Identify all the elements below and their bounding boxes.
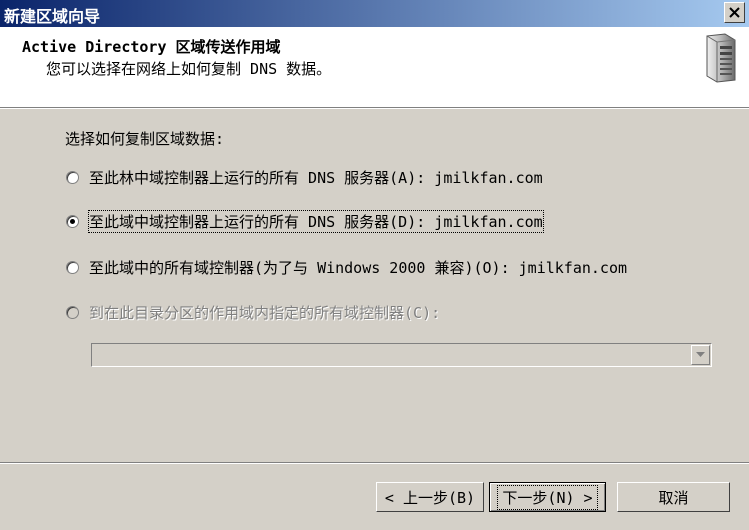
radio-all-domain-dns[interactable]: 至此域中域控制器上运行的所有 DNS 服务器(D): jmilkfan.com: [66, 209, 544, 233]
next-button[interactable]: 下一步(N) >: [489, 482, 606, 512]
server-icon: [706, 33, 736, 83]
radio-button[interactable]: [66, 214, 79, 228]
wizard-header: Active Directory 区域传送作用域 您可以选择在网络上如何复制 D…: [0, 27, 749, 107]
radio-directory-partition[interactable]: 到在此目录分区的作用域内指定的所有域控制器(C):: [66, 301, 440, 323]
back-button[interactable]: < 上一步(B): [376, 482, 484, 512]
chevron-down-icon: [696, 352, 705, 357]
radio-label: 至此域中域控制器上运行的所有 DNS 服务器(D): jmilkfan.com: [88, 209, 544, 233]
footer-divider: [0, 462, 749, 464]
window-title: 新建区域向导: [4, 7, 101, 26]
back-button-label: < 上一步(B): [384, 488, 476, 507]
close-icon: [729, 7, 740, 18]
radio-all-forest-dns[interactable]: 至此林中域控制器上运行的所有 DNS 服务器(A): jmilkfan.com: [66, 166, 543, 188]
cancel-button-label: 取消: [658, 488, 689, 507]
combo-dropdown-button[interactable]: [691, 345, 710, 365]
radio-button[interactable]: [66, 170, 79, 184]
header-subtitle: 您可以选择在网络上如何复制 DNS 数据。: [46, 60, 332, 78]
radio-button[interactable]: [66, 305, 79, 319]
radio-all-domain-controllers[interactable]: 至此域中的所有域控制器(为了与 Windows 2000 兼容)(O): jmi…: [66, 256, 627, 278]
title-bar[interactable]: 新建区域向导: [0, 0, 749, 27]
partition-combobox[interactable]: [91, 343, 712, 367]
replication-prompt: 选择如何复制区域数据:: [65, 130, 225, 148]
radio-label: 到在此目录分区的作用域内指定的所有域控制器(C):: [89, 303, 441, 322]
radio-label: 至此域中的所有域控制器(为了与 Windows 2000 兼容)(O): jmi…: [89, 258, 628, 277]
header-divider: [0, 107, 749, 109]
close-button[interactable]: [724, 2, 745, 23]
header-title: Active Directory 区域传送作用域: [22, 38, 281, 56]
next-button-label: 下一步(N) >: [497, 484, 598, 510]
cancel-button[interactable]: 取消: [617, 482, 730, 512]
radio-button[interactable]: [66, 260, 79, 274]
radio-label: 至此林中域控制器上运行的所有 DNS 服务器(A): jmilkfan.com: [89, 168, 543, 187]
